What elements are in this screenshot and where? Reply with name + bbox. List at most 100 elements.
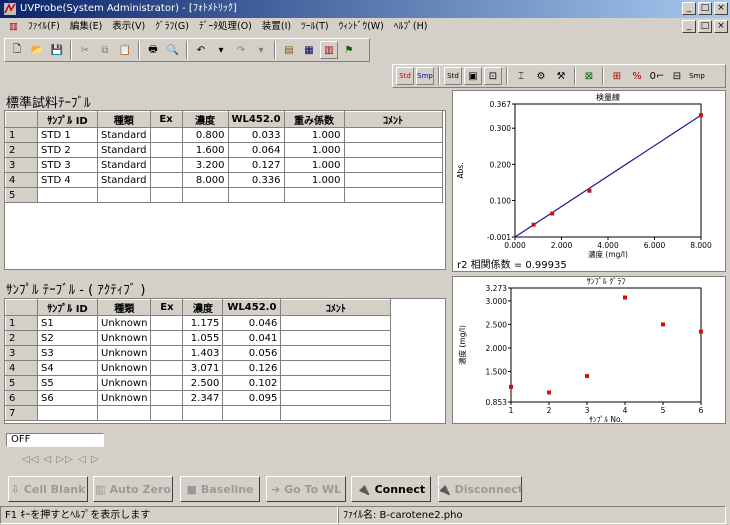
std-graph-icon[interactable]: Std [444, 67, 462, 85]
sample-graph-icon[interactable]: ▣ [464, 67, 482, 85]
std-col-comment[interactable]: ｺﾒﾝﾄ [343, 111, 443, 128]
sample-table-icon[interactable]: Smp [416, 67, 434, 85]
connect-button[interactable]: 🔌 Connect [351, 476, 431, 502]
sample-table[interactable]: ｻﾝﾌﾟﾙ ID 種類 Ex 濃度 WL452.0 ｺﾒﾝﾄ 1 S1 Unkn… [4, 298, 446, 424]
table-row[interactable]: 7 [5, 405, 392, 421]
go-to-wl-button[interactable]: ➜ Go To WL [266, 476, 346, 502]
menu-bar: ▥ ﾌｧｲﾙ(F) 編集(E) 表示(V) ｸﾞﾗﾌ(G) ﾃﾞｰﾀ処理(O) … [0, 18, 730, 36]
method-icon[interactable]: ▤ [280, 41, 298, 59]
std-col-sample-id[interactable]: ｻﾝﾌﾟﾙ ID [37, 111, 98, 128]
data-point [531, 222, 536, 227]
calibration-chart-panel[interactable]: 検量線 0.000 2.000 4.000 6.000 8.000 -0.001 0.100 0… [452, 90, 726, 272]
sample-chart[interactable]: ｻﾝﾌﾟﾙ ｸﾞﾗﾌ 1 2 3 4 5 6 0.853 1.500 2.000 2.500 3.00… [453, 277, 725, 424]
std-col-wl[interactable]: WL452.0 [227, 111, 285, 128]
smp-col-ex[interactable]: Ex [150, 299, 184, 316]
doc-close-button[interactable]: × [714, 20, 728, 33]
correlation-label: r2 相関係数 = 0.99935 [457, 258, 567, 271]
sample-chart-panel[interactable]: ｻﾝﾌﾟﾙ ｸﾞﾗﾌ 1 2 3 4 5 6 0.853 1.500 2.000 2.500 3.00… [452, 276, 726, 424]
menu-help[interactable]: ﾍﾙﾌﾟ(H) [389, 18, 433, 36]
cell-blank-icon: ⇩ [10, 482, 20, 496]
maximize-button[interactable]: □ [698, 2, 712, 15]
tools-icon[interactable]: ⚒ [552, 67, 570, 85]
table-row[interactable]: 3 STD 3 Standard 3.200 0.127 1.000 [5, 157, 443, 173]
smp-col-type[interactable]: 種類 [96, 299, 152, 316]
data-point [587, 188, 592, 193]
undo-icon[interactable]: ↶ [192, 41, 210, 59]
chart-title: ｻﾝﾌﾟﾙ ｸﾞﾗﾌ [587, 277, 626, 286]
table-row[interactable]: 5 [5, 187, 443, 203]
std-col-conc[interactable]: 濃度 [181, 111, 229, 128]
redo-dropdown-icon[interactable]: ▾ [252, 41, 270, 59]
edit-columns-icon[interactable]: ⊞ [608, 67, 626, 85]
cell-blank-button[interactable]: ⇩ Cell Blank [8, 476, 88, 502]
y-tick-label: 2.000 [486, 344, 508, 353]
cut-icon[interactable]: ✂ [76, 41, 94, 59]
auto-zero-button[interactable]: ▥ Auto Zero [93, 476, 173, 502]
table-row[interactable]: 6 S6 Unknown 2.347 0.095 [5, 390, 392, 406]
menu-data-processing[interactable]: ﾃﾞｰﾀ処理(O) [194, 18, 257, 36]
doc-restore-button[interactable]: □ [698, 20, 712, 33]
paste-icon[interactable]: 📋 [116, 41, 134, 59]
delete-icon[interactable]: ⊟ [668, 67, 686, 85]
table-row[interactable]: 2 STD 2 Standard 1.600 0.064 1.000 [5, 142, 443, 158]
table-row[interactable]: 3 S3 Unknown 1.403 0.056 [5, 345, 392, 361]
smp-col-comment[interactable]: ｺﾒﾝﾄ [280, 299, 392, 316]
std-col-weight[interactable]: 重み係数 [283, 111, 345, 128]
menu-graph[interactable]: ｸﾞﾗﾌ(G) [150, 18, 194, 36]
menu-view[interactable]: 表示(V) [107, 18, 150, 36]
table-props-icon[interactable]: ▦ [300, 41, 318, 59]
y-tick-label: 3.273 [486, 284, 508, 293]
doc-minimize-button[interactable]: _ [682, 20, 696, 33]
x-tick-label: 3 [585, 406, 590, 415]
x-tick-label: 4 [623, 406, 628, 415]
doc-icon[interactable]: ▥ [4, 18, 23, 36]
copy-icon[interactable]: ⧉ [96, 41, 114, 59]
disconnect-button[interactable]: 🔌 Disconnect [436, 476, 523, 502]
calibration-icon[interactable]: ⚑ [340, 41, 358, 59]
undo-dropdown-icon[interactable]: ▾ [212, 41, 230, 59]
menu-window[interactable]: ｳｨﾝﾄﾞｳ(W) [334, 18, 389, 36]
table-row[interactable]: 1 STD 1 Standard 0.800 0.033 1.000 [5, 127, 443, 143]
app-icon [4, 3, 16, 15]
new-file-icon[interactable]: 🗋 [8, 41, 26, 59]
menu-file[interactable]: ﾌｧｲﾙ(F) [23, 18, 65, 36]
cursor-icon[interactable]: ⌶ [512, 67, 530, 85]
disconnect-icon: 🔌 [436, 482, 451, 496]
table-row[interactable]: 5 S5 Unknown 2.500 0.102 [5, 375, 392, 391]
save-icon[interactable]: 💾 [48, 41, 66, 59]
smp-col-sample-id[interactable]: ｻﾝﾌﾟﾙ ID [37, 299, 98, 316]
menu-edit[interactable]: 編集(E) [65, 18, 107, 36]
zero-icon[interactable]: 0⌐ [648, 67, 666, 85]
baseline-button[interactable]: ■ Baseline [180, 476, 260, 502]
redo-icon[interactable]: ↷ [232, 41, 250, 59]
std-table-icon[interactable]: Std [396, 67, 414, 85]
table-row[interactable]: 4 STD 4 Standard 8.000 0.336 1.000 [5, 172, 443, 188]
sample-prep-icon[interactable]: Smp [688, 67, 706, 85]
photometric-icon[interactable]: ▥ [320, 41, 338, 59]
calibration-chart[interactable]: 検量線 0.000 2.000 4.000 6.000 8.000 -0.001 0.100 0… [453, 91, 725, 271]
std-col-ex[interactable]: Ex [149, 111, 183, 128]
excel-icon[interactable]: ⊠ [580, 67, 598, 85]
peak-pick-icon[interactable]: ⚙ [532, 67, 550, 85]
x-axis-label: 濃度 (mg/l) [588, 249, 628, 259]
zoom-graph-icon[interactable]: ⊡ [484, 67, 502, 85]
graph-toolbar: Std Smp Std ▣ ⊡ ⌶ ⚙ ⚒ ⊠ ⊞ % 0⌐ ⊟ Smp [392, 64, 726, 88]
table-row[interactable]: 4 S4 Unknown 3.071 0.126 [5, 360, 392, 376]
close-button[interactable]: × [714, 2, 728, 15]
percent-icon[interactable]: % [628, 67, 646, 85]
x-tick-label: 6 [699, 406, 704, 415]
minimize-button[interactable]: _ [682, 2, 696, 15]
smp-col-wl[interactable]: WL452.0 [222, 299, 282, 316]
standard-table[interactable]: ｻﾝﾌﾟﾙ ID 種類 Ex 濃度 WL452.0 重み係数 ｺﾒﾝﾄ 1 ST… [4, 110, 446, 270]
menu-tools[interactable]: ﾂｰﾙ(T) [296, 18, 333, 36]
smp-col-conc[interactable]: 濃度 [182, 299, 224, 316]
menu-instrument[interactable]: 装置(I) [257, 18, 296, 36]
data-point [547, 390, 551, 395]
print-preview-icon[interactable]: 🔍 [164, 41, 182, 59]
open-folder-icon[interactable]: 📂 [28, 41, 46, 59]
print-icon[interactable]: 🖶 [144, 41, 162, 59]
std-col-type[interactable]: 種類 [97, 111, 151, 128]
table-row[interactable]: 2 S2 Unknown 1.055 0.041 [5, 330, 392, 346]
navigation-arrows[interactable]: ◁◁ ◁ ▷▷ ◁ ▷ [22, 454, 100, 465]
table-row[interactable]: 1 S1 Unknown 1.175 0.046 [5, 315, 392, 331]
